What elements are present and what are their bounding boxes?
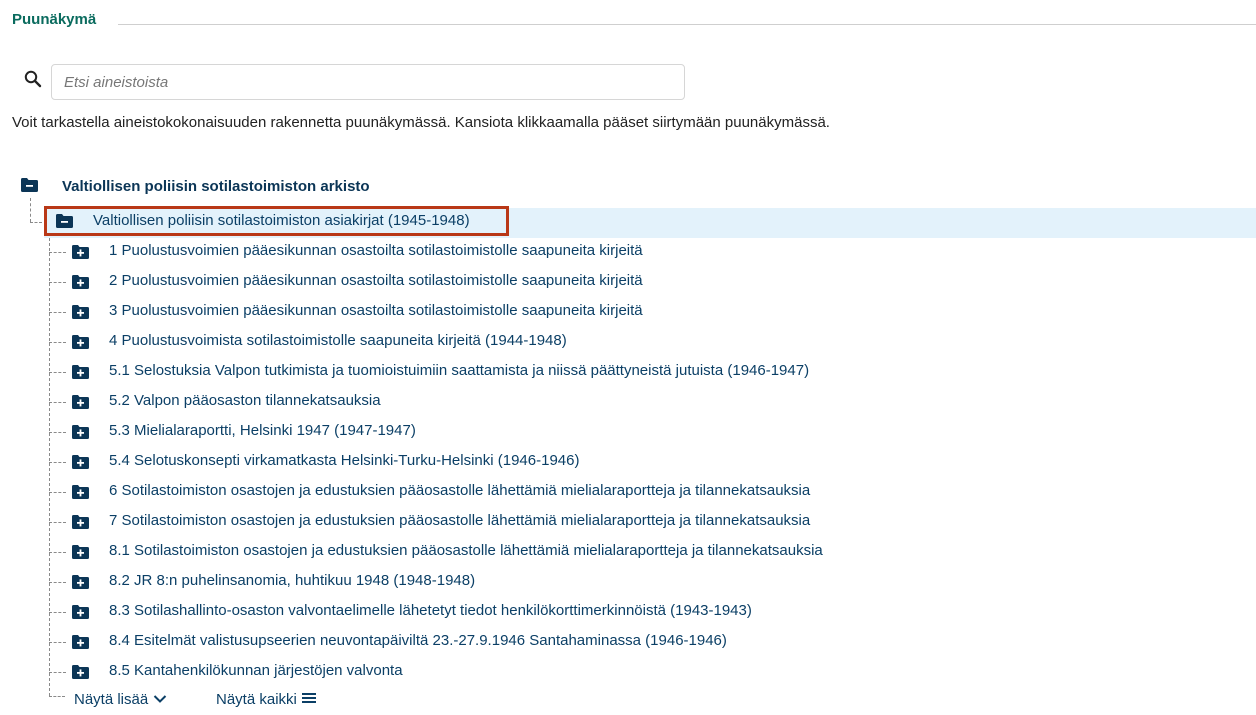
tree-node-label[interactable]: 8.4 Esitelmät valistusupseerien neuvonta… xyxy=(109,631,727,651)
tree-node-label[interactable]: 4 Puolustusvoimista sotilastoimistolle s… xyxy=(109,331,567,351)
folder-plus-icon[interactable] xyxy=(72,425,89,439)
show-more-button[interactable]: Näytä lisää xyxy=(74,691,167,708)
search-input[interactable] xyxy=(51,64,685,100)
tree-node-child[interactable]: 8.3 Sotilashallinto-osaston valvontaelim… xyxy=(0,598,1256,628)
folder-plus-icon[interactable] xyxy=(72,245,89,259)
tree-node-label[interactable]: 5.4 Selotuskonsepti virkamatkasta Helsin… xyxy=(109,451,579,471)
tree-node-label[interactable]: 8.5 Kantahenkilökunnan järjestöjen valvo… xyxy=(109,661,403,681)
folder-plus-icon[interactable] xyxy=(72,455,89,469)
chevron-down-icon xyxy=(153,691,167,708)
tree-connector xyxy=(49,696,65,697)
folder-plus-icon[interactable] xyxy=(72,275,89,289)
show-more-label: Näytä lisää xyxy=(74,691,149,708)
tree-node-child[interactable]: 5.1 Selostuksia Valpon tutkimista ja tuo… xyxy=(0,358,1256,388)
show-all-button[interactable]: Näytä kaikki xyxy=(216,691,316,708)
folder-plus-icon[interactable] xyxy=(72,365,89,379)
search-icon[interactable] xyxy=(24,70,42,88)
folder-plus-icon[interactable] xyxy=(72,545,89,559)
folder-minus-icon[interactable] xyxy=(56,214,73,228)
tree-node-child[interactable]: 4 Puolustusvoimista sotilastoimistolle s… xyxy=(0,328,1256,358)
tree-node-child[interactable]: 3 Puolustusvoimien pääesikunnan osastoil… xyxy=(0,298,1256,328)
folder-plus-icon[interactable] xyxy=(72,635,89,649)
tree-node-label[interactable]: 1 Puolustusvoimien pääesikunnan osastoil… xyxy=(109,241,643,261)
tree-node-child[interactable]: 5.4 Selotuskonsepti virkamatkasta Helsin… xyxy=(0,448,1256,478)
folder-plus-icon[interactable] xyxy=(72,335,89,349)
list-icon xyxy=(301,691,316,708)
folder-plus-icon[interactable] xyxy=(72,395,89,409)
tree-node-label[interactable]: 3 Puolustusvoimien pääesikunnan osastoil… xyxy=(109,301,643,321)
tree-node-label[interactable]: Valtiollisen poliisin sotilastoimiston a… xyxy=(93,211,470,231)
folder-plus-icon[interactable] xyxy=(72,665,89,679)
folder-plus-icon[interactable] xyxy=(72,575,89,589)
tree-node-child[interactable]: 5.3 Mielialaraportti, Helsinki 1947 (194… xyxy=(0,418,1256,448)
tree-node-label[interactable]: 7 Sotilastoimiston osastojen ja edustuks… xyxy=(109,511,810,531)
folder-plus-icon[interactable] xyxy=(72,305,89,319)
title-divider xyxy=(118,24,1256,25)
tree-node-label[interactable]: 5.1 Selostuksia Valpon tutkimista ja tuo… xyxy=(109,361,809,381)
tree-node-label[interactable]: 8.1 Sotilastoimiston osastojen ja edustu… xyxy=(109,541,823,561)
folder-minus-icon[interactable] xyxy=(21,178,38,192)
show-all-label: Näytä kaikki xyxy=(216,691,297,708)
tree-node-label[interactable]: 5.2 Valpon pääosaston tilannekatsauksia xyxy=(109,391,381,411)
tree-node-child[interactable]: 2 Puolustusvoimien pääesikunnan osastoil… xyxy=(0,268,1256,298)
tree-node-child[interactable]: 8.5 Kantahenkilökunnan järjestöjen valvo… xyxy=(0,658,1256,688)
tree-node-child[interactable]: 8.1 Sotilastoimiston osastojen ja edustu… xyxy=(0,538,1256,568)
tree-node-label[interactable]: 2 Puolustusvoimien pääesikunnan osastoil… xyxy=(109,271,643,291)
folder-plus-icon[interactable] xyxy=(72,485,89,499)
tree-node-label[interactable]: Valtiollisen poliisin sotilastoimiston a… xyxy=(62,177,370,197)
tree-node-child[interactable]: 5.2 Valpon pääosaston tilannekatsauksia xyxy=(0,388,1256,418)
tree-node-child[interactable]: 6 Sotilastoimiston osastojen ja edustuks… xyxy=(0,478,1256,508)
folder-plus-icon[interactable] xyxy=(72,605,89,619)
tree-node-child[interactable]: 7 Sotilastoimiston osastojen ja edustuks… xyxy=(0,508,1256,538)
tree-node-root[interactable]: Valtiollisen poliisin sotilastoimiston a… xyxy=(0,176,1256,206)
intro-text: Voit tarkastella aineistokokonaisuuden r… xyxy=(12,114,830,131)
folder-plus-icon[interactable] xyxy=(72,515,89,529)
tree-node-child[interactable]: 8.4 Esitelmät valistusupseerien neuvonta… xyxy=(0,628,1256,658)
tree-node-label[interactable]: 8.3 Sotilashallinto-osaston valvontaelim… xyxy=(109,601,752,621)
tree-node-selected[interactable]: Valtiollisen poliisin sotilastoimiston a… xyxy=(0,208,1256,238)
tree-node-child[interactable]: 1 Puolustusvoimien pääesikunnan osastoil… xyxy=(0,238,1256,268)
tree-node-label[interactable]: 5.3 Mielialaraportti, Helsinki 1947 (194… xyxy=(109,421,416,441)
tree-node-child[interactable]: 8.2 JR 8:n puhelinsanomia, huhtikuu 1948… xyxy=(0,568,1256,598)
tree-node-label[interactable]: 8.2 JR 8:n puhelinsanomia, huhtikuu 1948… xyxy=(109,571,475,591)
section-title: Puunäkymä xyxy=(12,11,97,28)
tree-node-label[interactable]: 6 Sotilastoimiston osastojen ja edustuks… xyxy=(109,481,810,501)
